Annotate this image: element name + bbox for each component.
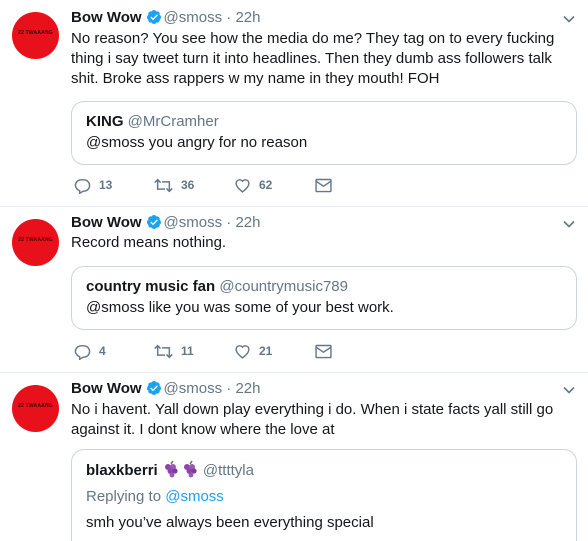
avatar[interactable]: 22 TWAAANG: [12, 12, 59, 59]
quoted-tweet[interactable]: KING @MrCramher @smoss you angry for no …: [71, 101, 577, 165]
tweet-text: No i havent. Yall down play everything i…: [71, 401, 554, 438]
envelope-icon: [315, 344, 332, 358]
separator-dot: ·: [226, 214, 232, 231]
tweet-header: Bow Wow @smoss · 22h: [71, 379, 261, 402]
quoted-user-handle: @countrymusic789: [219, 278, 348, 295]
replying-to-label: Replying to: [86, 488, 162, 505]
grapes-emoji-icon: [162, 460, 180, 484]
quoted-display-name: country music fan: [86, 278, 216, 295]
tweet-text: Record means nothing.: [71, 234, 227, 251]
heart-icon: [235, 344, 250, 359]
quoted-display-name: KING: [86, 113, 124, 130]
chevron-down-icon[interactable]: [562, 12, 576, 26]
avatar-text: 22 TWAAANG: [18, 30, 53, 36]
display-name[interactable]: Bow Wow: [71, 9, 142, 26]
reply-count: 4: [99, 344, 106, 358]
tweet[interactable]: 22 TWAAANG Bow Wow @smoss · 22h Record me…: [0, 207, 588, 373]
retweet-button[interactable]: 11: [154, 341, 194, 361]
user-handle[interactable]: @smoss: [164, 214, 223, 231]
separator-dot: ·: [226, 380, 232, 397]
tweet[interactable]: 22 TWAAANG Bow Wow @smoss · 22h No i have…: [0, 373, 588, 541]
separator-dot: ·: [226, 9, 232, 26]
avatar[interactable]: 22 TWAAANG: [12, 219, 59, 266]
like-count: 21: [259, 344, 273, 358]
message-button[interactable]: [315, 341, 332, 361]
retweet-count: 11: [181, 344, 194, 358]
quoted-tweet[interactable]: blaxkberri @ttttyla Replying to @smoss s…: [71, 449, 577, 541]
tweet[interactable]: 22 TWAAANG Bow Wow @smoss · 22h No reason…: [0, 0, 588, 207]
quoted-user-handle: @ttttyla: [202, 462, 254, 479]
retweet-icon: [154, 344, 173, 358]
quoted-tweet-text: @smoss you angry for no reason: [86, 134, 308, 151]
timestamp[interactable]: 22h: [235, 214, 260, 231]
avatar-text: 22 TWAAANG: [18, 403, 53, 409]
quoted-tweet-header: country music fan @countrymusic789: [86, 277, 348, 297]
quoted-user-handle: @MrCramher: [127, 113, 219, 130]
chevron-down-icon[interactable]: [562, 217, 576, 231]
retweet-button[interactable]: 36: [154, 175, 194, 195]
retweet-icon: [154, 178, 173, 192]
retweet-count: 36: [181, 178, 195, 192]
reply-count: 13: [99, 178, 113, 192]
reply-icon: [74, 344, 91, 360]
verified-badge-icon: [146, 9, 162, 31]
user-handle[interactable]: @smoss: [164, 9, 223, 26]
quoted-tweet-text: smh you’ve always been everything specia…: [86, 514, 374, 531]
replying-to: Replying to @smoss: [86, 487, 224, 507]
user-handle[interactable]: @smoss: [164, 380, 223, 397]
verified-badge-icon: [146, 380, 162, 402]
avatar[interactable]: 22 TWAAANG: [12, 385, 59, 432]
replying-to-handle[interactable]: @smoss: [165, 488, 224, 505]
message-button[interactable]: [315, 175, 332, 195]
display-name[interactable]: Bow Wow: [71, 214, 142, 231]
heart-icon: [235, 178, 250, 193]
grapes-emoji-icon: [181, 460, 199, 484]
like-button[interactable]: 21: [234, 341, 272, 361]
quoted-tweet[interactable]: country music fan @countrymusic789 @smos…: [71, 266, 577, 330]
quoted-display-name: blaxkberri: [86, 462, 158, 479]
tweet-text: No reason? You see how the media do me? …: [71, 30, 555, 87]
display-name[interactable]: Bow Wow: [71, 380, 142, 397]
quoted-tweet-text: @smoss like you was some of your best wo…: [86, 299, 394, 316]
like-count: 62: [259, 178, 273, 192]
like-button[interactable]: 62: [234, 175, 272, 195]
tweet-header: Bow Wow @smoss · 22h: [71, 8, 261, 31]
quoted-tweet-header: KING @MrCramher: [86, 112, 219, 132]
avatar-text: 22 TWAAANG: [18, 237, 53, 243]
reply-button[interactable]: 13: [74, 175, 112, 195]
reply-icon: [74, 178, 91, 194]
envelope-icon: [315, 178, 332, 192]
quoted-tweet-header: blaxkberri @ttttyla: [86, 460, 254, 484]
chevron-down-icon[interactable]: [562, 383, 576, 397]
reply-button[interactable]: 4: [74, 341, 106, 361]
timestamp[interactable]: 22h: [235, 9, 260, 26]
timestamp[interactable]: 22h: [235, 380, 260, 397]
